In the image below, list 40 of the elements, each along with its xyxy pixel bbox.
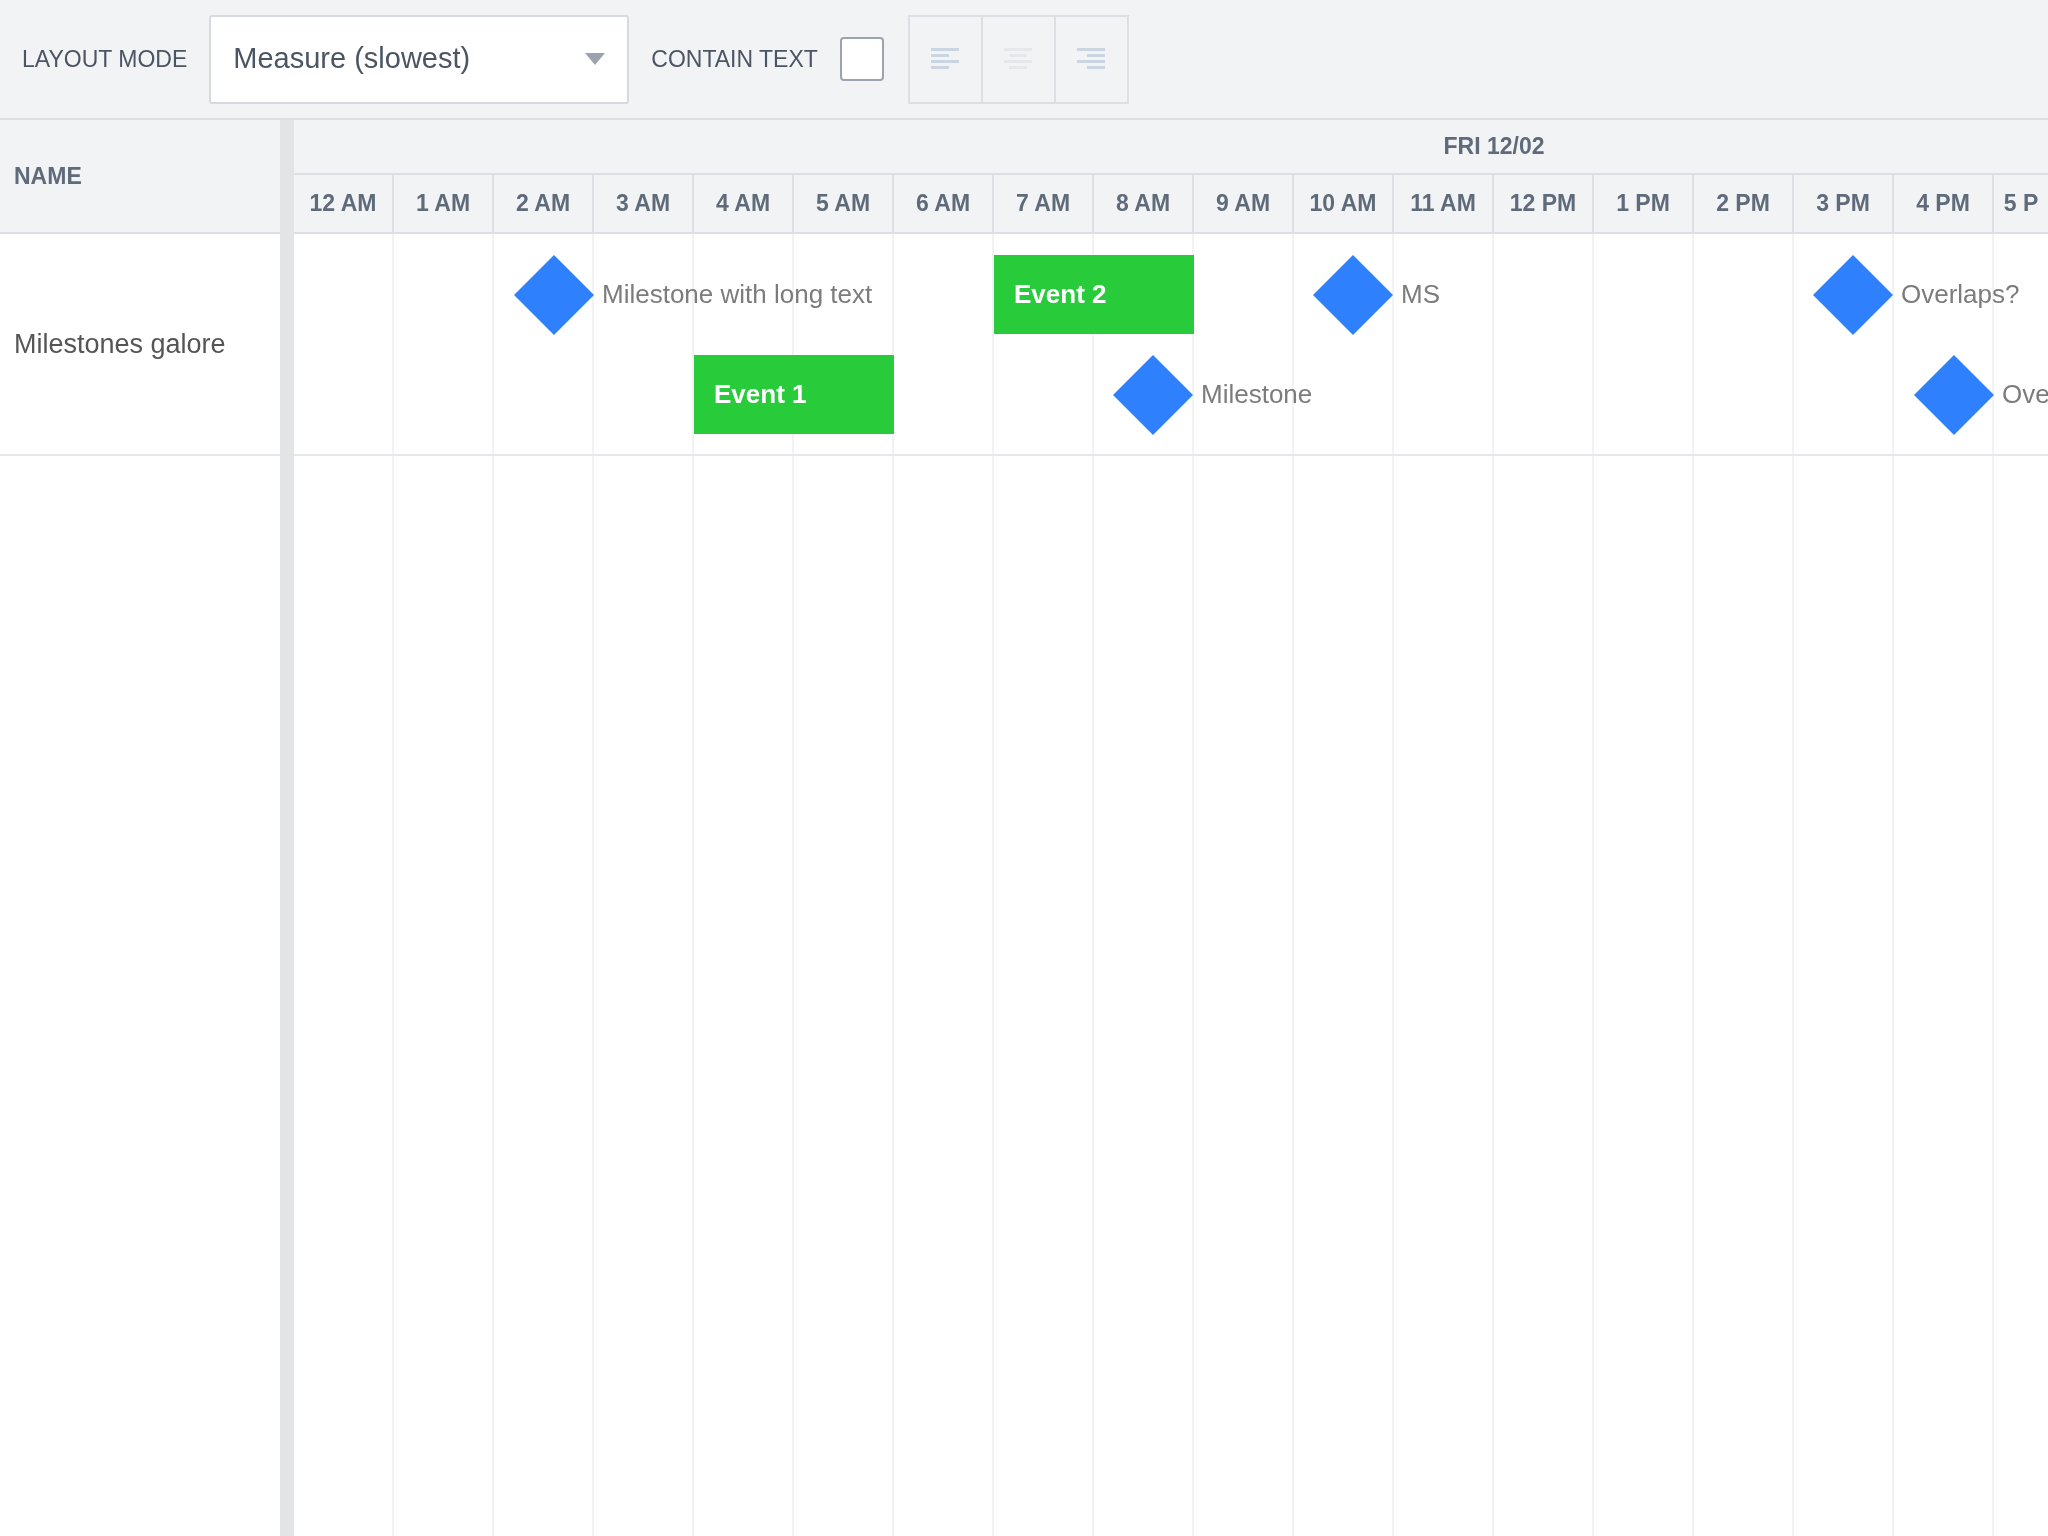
milestone-diamond-icon[interactable] xyxy=(1813,254,1893,335)
hour-header: 10 AM xyxy=(1294,175,1394,232)
hour-header: 7 AM xyxy=(994,175,1094,232)
hour-header: 3 PM xyxy=(1794,175,1894,232)
hour-header: 4 AM xyxy=(694,175,794,232)
milestone-diamond-icon[interactable] xyxy=(514,254,594,335)
layout-mode-label: LAYOUT MODE xyxy=(22,44,188,74)
contain-text-label: CONTAIN TEXT xyxy=(651,44,818,74)
hour-header: 9 AM xyxy=(1194,175,1294,232)
align-left-icon xyxy=(931,47,960,71)
milestone-label: Milestone with long text xyxy=(602,278,873,311)
milestone-diamond-icon[interactable] xyxy=(1113,354,1193,435)
caret-down-icon xyxy=(585,53,606,65)
hour-header: 5 AM xyxy=(794,175,894,232)
hour-header: 6 AM xyxy=(894,175,994,232)
milestone-diamond-icon[interactable] xyxy=(1914,354,1994,435)
hour-header: 12 PM xyxy=(1494,175,1594,232)
contain-text-checkbox[interactable] xyxy=(839,37,884,81)
hour-header: 12 AM xyxy=(294,175,394,232)
milestone-label: Ove xyxy=(2002,378,2048,411)
hour-header: 8 AM xyxy=(1094,175,1194,232)
event-bar[interactable]: Event 2 xyxy=(994,255,1194,334)
date-header: FRI 12/02 xyxy=(1443,132,1545,162)
hour-header: 1 PM xyxy=(1594,175,1694,232)
align-right-icon xyxy=(1077,47,1106,71)
row-name: Milestones galore xyxy=(14,327,226,361)
milestone-diamond-icon[interactable] xyxy=(1313,254,1393,335)
hour-header: 4 PM xyxy=(1894,175,1994,232)
hour-header: 1 AM xyxy=(394,175,494,232)
hour-header: 2 PM xyxy=(1694,175,1794,232)
hour-header: 2 AM xyxy=(494,175,594,232)
milestone-label: MS xyxy=(1401,278,1440,311)
event-bar[interactable]: Event 1 xyxy=(694,355,894,434)
layout-mode-select[interactable]: Measure (slowest) xyxy=(209,14,630,104)
milestone-label: Milestone xyxy=(1201,378,1313,411)
milestone-label: Overlaps? xyxy=(1901,278,2020,311)
hour-header: 11 AM xyxy=(1394,175,1494,232)
name-header-text: NAME xyxy=(14,161,82,191)
hour-header: 3 AM xyxy=(594,175,694,232)
hour-header: 5 P xyxy=(2002,189,2040,219)
